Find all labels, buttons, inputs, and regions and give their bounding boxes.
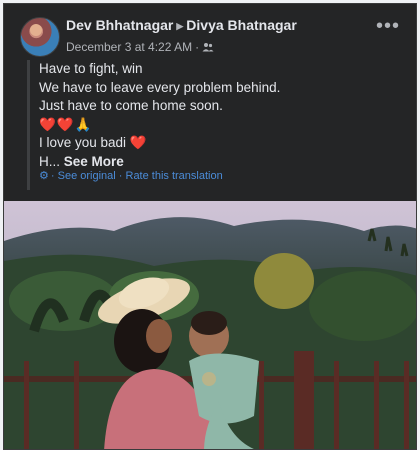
post-text-line: I love you badi ❤️ (39, 135, 147, 150)
arrow-right-icon: ▶ (176, 21, 184, 31)
author-name[interactable]: Dev Bhhatnagar (66, 17, 173, 33)
author-avatar[interactable] (20, 17, 60, 57)
post-title: Dev Bhhatnagar ▶ Divya Bhatnagar (66, 16, 297, 36)
post-text-line: We have to leave every problem behind. (39, 79, 281, 95)
quote-bar (27, 60, 30, 190)
see-original-link[interactable]: See original (58, 170, 116, 182)
translation-separator: · (50, 170, 55, 182)
post-header: Dev Bhhatnagar ▶ Divya Bhatnagar December … (66, 16, 297, 55)
see-more-link[interactable]: See More (64, 154, 124, 169)
translation-separator: · (118, 170, 123, 182)
translation-bar: ⚙ · See original · Rate this translation (39, 169, 223, 182)
truncated-text: H... (39, 153, 61, 169)
post-timestamp[interactable]: December 3 at 4:22 AM (66, 40, 192, 54)
post-body: Have to fight, win We have to leave ever… (27, 60, 407, 190)
gear-icon[interactable]: ⚙ (39, 170, 49, 182)
post-text-line: Just have to come home soon. (39, 98, 223, 113)
meta-separator: · (195, 40, 200, 54)
rate-translation-link[interactable]: Rate this translation (126, 170, 223, 182)
post-card: Dev Bhhatnagar ▶ Divya Bhatnagar December … (3, 3, 417, 450)
friends-icon[interactable] (202, 42, 214, 52)
target-name[interactable]: Divya Bhatnagar (186, 17, 296, 33)
post-meta: December 3 at 4:22 AM · (66, 39, 297, 55)
post-photo[interactable] (4, 201, 416, 449)
more-options-icon[interactable]: ••• (376, 16, 400, 36)
post-text-line: Have to fight, win (39, 61, 143, 76)
post-text-line: ❤️❤️🙏 (39, 116, 93, 132)
